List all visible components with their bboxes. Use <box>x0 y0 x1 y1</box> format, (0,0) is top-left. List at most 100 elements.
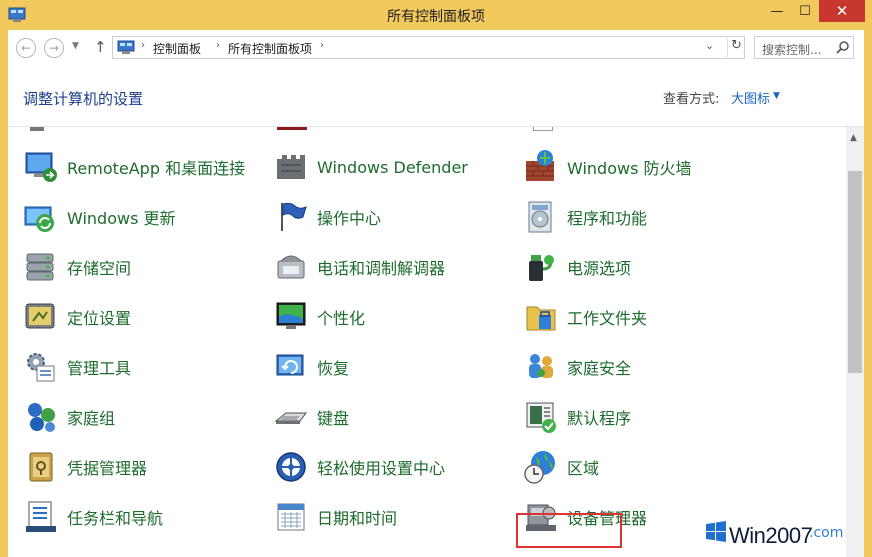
item-homegroup[interactable]: 家庭组 <box>23 397 115 437</box>
search-input[interactable]: 搜索控制... <box>754 36 854 59</box>
storage-spaces-icon <box>26 253 54 281</box>
item-label: 个性化 <box>317 309 366 328</box>
ease-of-access-icon <box>276 452 306 482</box>
item-label: 键盘 <box>317 409 350 428</box>
item-label: 家庭安全 <box>567 359 632 378</box>
item-ease-of-access[interactable]: 轻松使用设置中心 <box>273 447 445 487</box>
item-label: 管理工具 <box>67 359 132 378</box>
item-label: 任务栏和导航 <box>67 509 164 528</box>
phone-modem-icon <box>277 255 305 279</box>
breadcrumb-separator-icon: › <box>216 40 220 51</box>
item-storage-spaces[interactable]: 存储空间 <box>23 247 131 287</box>
breadcrumb-separator-icon: › <box>320 40 324 51</box>
action-center-flag-icon <box>281 202 307 231</box>
item-keyboard[interactable]: 键盘 <box>273 397 349 437</box>
windows-logo-icon <box>706 521 726 542</box>
item-location-settings[interactable]: 定位设置 <box>23 297 131 337</box>
breadcrumb-control-panel[interactable]: 控制面板 <box>153 40 201 57</box>
item-label: RemoteApp 和桌面连接 <box>67 159 246 178</box>
item-family-safety[interactable]: 家庭安全 <box>523 347 631 387</box>
item-label: 工作文件夹 <box>567 309 648 328</box>
item-date-time[interactable]: 日期和时间 <box>273 497 397 537</box>
programs-features-icon <box>528 201 552 233</box>
item-windows-defender[interactable]: Windows Defender <box>273 147 468 187</box>
item-personalization[interactable]: 个性化 <box>273 297 365 337</box>
maximize-button[interactable]: ☐ <box>791 0 819 22</box>
watermark-brand: Win2007 <box>729 523 813 548</box>
taskbar-navigation-icon <box>26 501 56 532</box>
item-region[interactable]: 区域 <box>523 447 599 487</box>
item-power-options[interactable]: 电源选项 <box>523 247 631 287</box>
item-label: 操作中心 <box>317 209 382 228</box>
item-label: 默认程序 <box>567 409 632 428</box>
content-pane: 调整计算机的设置 查看方式: 大图标 ▼ RemoteApp 和桌面连接 Win… <box>8 65 864 557</box>
default-programs-icon <box>526 402 556 433</box>
power-options-icon <box>529 255 554 281</box>
item-credential-manager[interactable]: 凭据管理器 <box>23 447 147 487</box>
breadcrumb-separator-icon: › <box>141 40 145 51</box>
scrollbar-thumb[interactable] <box>848 171 862 373</box>
administrative-tools-icon <box>27 353 55 382</box>
item-action-center[interactable]: 操作中心 <box>273 197 381 237</box>
item-programs-features[interactable]: 程序和功能 <box>523 197 647 237</box>
family-safety-icon <box>529 354 553 378</box>
view-by-dropdown[interactable]: 大图标 <box>731 88 770 107</box>
personalization-icon <box>276 302 306 329</box>
item-label: Windows 更新 <box>67 209 176 228</box>
refresh-icon[interactable]: ↻ <box>727 38 745 57</box>
windows-update-icon <box>24 206 54 232</box>
item-label: 家庭组 <box>67 409 116 428</box>
control-panel-window: 所有控制面板项 — ☐ ✕ ← → ▼ ↑ › 控制面板 › 所有控制面板项 ›… <box>0 0 872 557</box>
breadcrumb-all-items[interactable]: 所有控制面板项 <box>228 40 312 57</box>
minimize-button[interactable]: — <box>763 0 791 22</box>
search-icon[interactable] <box>835 40 851 56</box>
item-administrative-tools[interactable]: 管理工具 <box>23 347 131 387</box>
forward-button[interactable]: → <box>44 38 64 58</box>
item-taskbar-navigation[interactable]: 任务栏和导航 <box>23 497 163 537</box>
address-bar-row: ← → ▼ ↑ › 控制面板 › 所有控制面板项 › ⌄ ↻ 搜索控制... <box>8 30 864 65</box>
item-label: 存储空间 <box>67 259 132 278</box>
item-label: Windows 防火墙 <box>567 159 692 178</box>
back-button[interactable]: ← <box>16 38 36 58</box>
vertical-scrollbar[interactable]: ▲ <box>846 127 864 557</box>
recovery-icon <box>276 354 304 376</box>
item-recovery[interactable]: 恢复 <box>273 347 349 387</box>
location-settings-icon <box>25 303 55 329</box>
item-windows-firewall[interactable]: Windows 防火墙 <box>523 147 692 187</box>
address-field[interactable]: › 控制面板 › 所有控制面板项 › ⌄ ↻ <box>112 36 745 59</box>
title-bar[interactable]: 所有控制面板项 — ☐ ✕ <box>0 0 872 30</box>
item-label: 凭据管理器 <box>67 459 148 478</box>
item-label: 恢复 <box>317 359 350 378</box>
item-label: 定位设置 <box>67 309 132 328</box>
item-label: Windows Defender <box>317 157 468 177</box>
item-phone-modem[interactable]: 电话和调制解调器 <box>273 247 445 287</box>
item-label: 轻松使用设置中心 <box>317 459 446 478</box>
page-title: 调整计算机的设置 <box>23 90 144 108</box>
up-button[interactable]: ↑ <box>94 38 107 56</box>
item-windows-update[interactable]: Windows 更新 <box>23 197 176 237</box>
control-panel-items: RemoteApp 和桌面连接 Windows 更新 存储空间 定位设置 管理工… <box>8 127 846 557</box>
control-panel-icon <box>117 40 135 54</box>
watermark-suffix: .com <box>809 525 844 541</box>
date-time-icon <box>277 503 305 531</box>
address-history-chevron-icon[interactable]: ⌄ <box>705 39 714 52</box>
item-label: 日期和时间 <box>317 509 398 528</box>
region-highlight-box <box>516 513 622 548</box>
item-work-folders[interactable]: 工作文件夹 <box>523 297 647 337</box>
windows-firewall-icon <box>526 150 554 181</box>
homegroup-icon <box>28 403 55 432</box>
scroll-up-icon[interactable]: ▲ <box>850 133 857 143</box>
recent-locations-chevron-icon[interactable]: ▼ <box>72 41 79 51</box>
item-label: 程序和功能 <box>567 209 648 228</box>
search-placeholder: 搜索控制... <box>762 43 822 57</box>
item-label: 电源选项 <box>567 259 632 278</box>
keyboard-icon <box>274 412 307 424</box>
item-label: 电话和调制解调器 <box>317 259 446 278</box>
view-by-caret-icon[interactable]: ▼ <box>773 91 780 101</box>
item-label: 区域 <box>567 459 600 478</box>
close-button[interactable]: ✕ <box>819 0 865 22</box>
item-remoteapp[interactable]: RemoteApp 和桌面连接 <box>23 147 245 187</box>
watermark: Win2007 .com <box>705 517 872 557</box>
window-title: 所有控制面板项 <box>387 9 485 25</box>
item-default-programs[interactable]: 默认程序 <box>523 397 631 437</box>
